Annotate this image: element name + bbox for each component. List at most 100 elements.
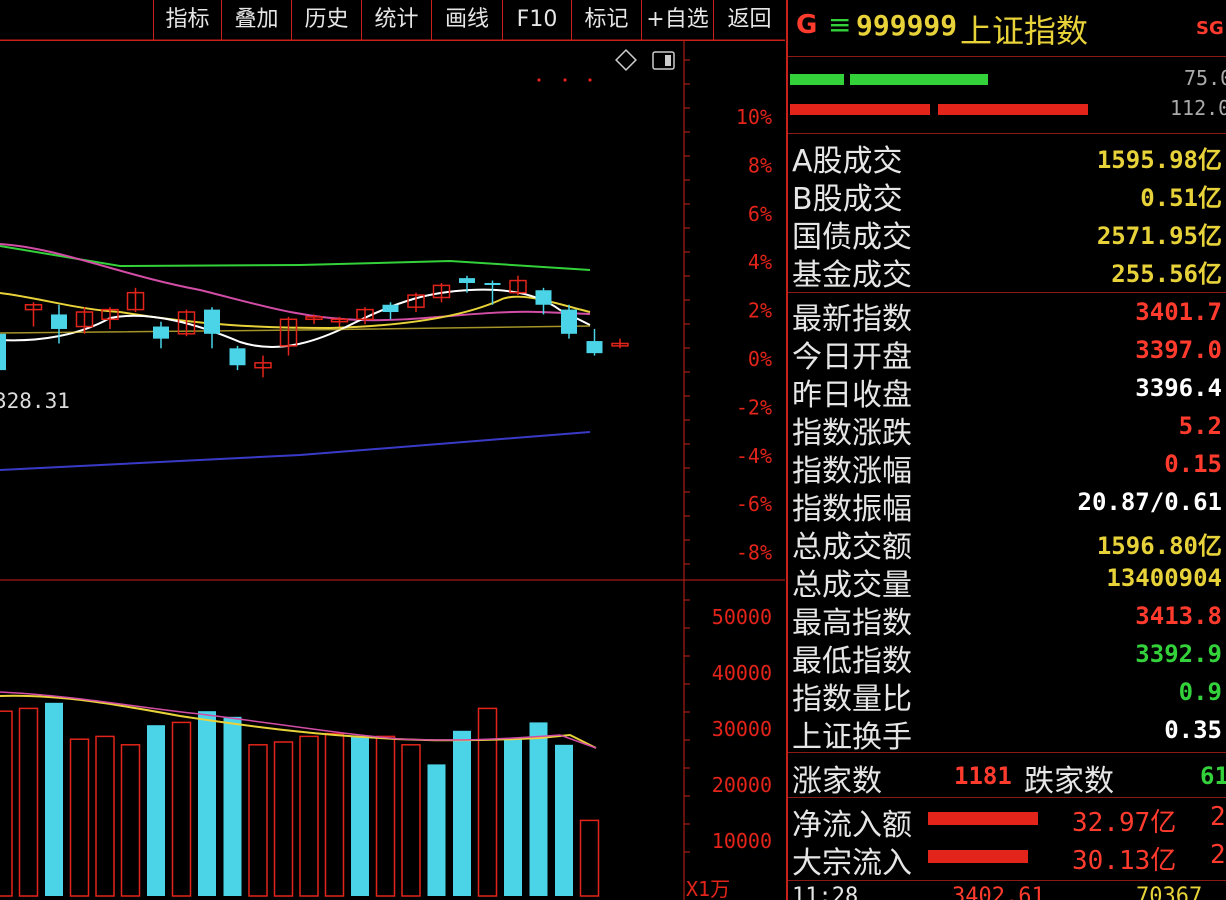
quote-label: 上证换手	[792, 720, 912, 755]
down-count-label: 跌家数	[1024, 764, 1114, 799]
quote-value: 0.9	[1178, 678, 1222, 706]
candle-body	[382, 304, 399, 313]
stock-name: 上证指数	[960, 12, 1089, 50]
price-axis-label: 6%	[748, 202, 772, 226]
dot-marker	[588, 78, 592, 82]
quote-row: 昨日收盘 3396.4	[788, 370, 1226, 413]
quote-value: 0.15	[1164, 450, 1222, 478]
quote-value: 13400904	[1106, 564, 1222, 592]
divider	[788, 133, 1226, 134]
turnover-row: 基金成交 255.56亿	[788, 250, 1226, 293]
candle-body	[229, 348, 246, 366]
volume-bar	[18, 707, 39, 897]
price-axis-label: -4%	[736, 444, 772, 468]
volume-ma-yellow	[0, 694, 597, 749]
turnover-label: 基金成交	[792, 258, 912, 293]
quote-row: 指数振幅 20.87/0.61	[788, 484, 1226, 527]
divider	[788, 880, 1226, 881]
volume-bar	[147, 725, 165, 896]
volume-bar	[375, 735, 396, 897]
price-axis-label: -8%	[736, 541, 772, 565]
quote-value: 3413.8	[1135, 602, 1222, 630]
ask-bar-2	[938, 104, 1088, 115]
candle-body	[51, 314, 67, 329]
ma-line-yellow	[0, 292, 591, 330]
flow-row: 净流入额 32.97亿 2	[788, 800, 1226, 843]
bid-bar-1	[790, 74, 844, 85]
flow-bar	[928, 812, 1038, 825]
turnover-value: 1595.98亿	[1096, 146, 1222, 174]
turnover-row: 国债成交 2571.95亿	[788, 212, 1226, 255]
low-price-label: 328.31	[0, 389, 70, 413]
price-axis-label: 2%	[748, 299, 772, 323]
volume-axis-label: 30000	[712, 717, 772, 741]
dot-marker	[537, 78, 541, 82]
volume-bar	[324, 732, 345, 897]
quote-value: 3397.0	[1135, 336, 1222, 364]
turnover-row: A股成交 1595.98亿	[788, 136, 1226, 179]
candle-body	[204, 309, 220, 334]
volume-bar	[529, 722, 548, 896]
volume-bar	[477, 707, 498, 897]
quote-row: 指数量比 0.9	[788, 674, 1226, 717]
candle-body	[586, 341, 603, 354]
volume-bar	[453, 730, 471, 896]
turnover-row: B股成交 0.51亿	[788, 174, 1226, 217]
divider	[788, 797, 1226, 798]
g-label[interactable]: G	[796, 10, 817, 40]
flow-extra: 2	[1210, 840, 1226, 870]
sg-badge: SG	[1196, 18, 1224, 39]
price-axis-label: 10%	[736, 105, 772, 129]
flow-row: 大宗流入 30.13亿 2	[788, 838, 1226, 881]
bid-bar-2	[850, 74, 988, 85]
quote-row: 指数涨幅 0.15	[788, 446, 1226, 489]
candle-body	[484, 282, 501, 285]
volume-bar	[120, 744, 141, 897]
volume-bar	[351, 736, 369, 896]
tick-price: 3402.61	[952, 884, 1045, 900]
flow-bar	[928, 850, 1028, 863]
up-count-value: 1181	[954, 762, 1012, 790]
volume-bar	[223, 716, 242, 896]
kline-chart[interactable]: 10% 8% 6% 4% 2% 0% -2% -4% -6% -8% 328.31 50000 4000…	[0, 0, 785, 900]
down-count-value: 61	[1200, 762, 1226, 790]
menu-icon[interactable]: ≡	[828, 8, 851, 41]
volume-bar	[0, 710, 13, 897]
volume-bar	[273, 741, 294, 897]
volume-bar	[171, 721, 192, 897]
panel-toggle-icon-fill	[665, 55, 671, 66]
quote-row: 最高指数 3413.8	[788, 598, 1226, 641]
header-bar: G ≡ 999999 上证指数 SG	[788, 0, 1226, 56]
up-count-label: 涨家数	[792, 764, 882, 799]
stock-code: 999999	[856, 9, 958, 42]
quote-row: 指数涨跌 5.2	[788, 408, 1226, 451]
price-axis-label: 0%	[748, 347, 772, 371]
quote-value: 20.87/0.61	[1077, 488, 1223, 516]
volume-axis-label: 10000	[712, 829, 772, 853]
dot-marker	[563, 78, 567, 82]
candle-body	[0, 333, 6, 371]
divider	[788, 752, 1226, 753]
candle-body	[153, 326, 169, 339]
flow-value: 30.13亿	[1072, 846, 1177, 876]
tick-row: 11:28 3402.61 70367	[788, 884, 1226, 900]
candle-body	[535, 290, 552, 305]
quote-panel: G ≡ 999999 上证指数 SG 75.0 112.0 A股成交 1595.…	[786, 0, 1226, 900]
volume-axis-label: 20000	[712, 773, 772, 797]
volume-bar	[95, 735, 115, 897]
quote-value: 3396.4	[1135, 374, 1222, 402]
ma-line-green	[0, 245, 591, 271]
volume-unit-label: X1万	[686, 877, 730, 900]
turnover-value: 255.56亿	[1111, 260, 1222, 288]
candle-body	[459, 278, 475, 283]
quote-value: 1596.80亿	[1096, 532, 1222, 560]
quote-row: 总成交量 13400904	[788, 560, 1226, 603]
quote-row: 总成交额 1596.80亿	[788, 522, 1226, 565]
price-axis-label: 4%	[748, 250, 772, 274]
diamond-icon[interactable]	[615, 49, 637, 71]
volume-axis-label: 40000	[712, 661, 772, 685]
flow-label: 大宗流入	[792, 846, 912, 881]
divider	[788, 292, 1226, 293]
divider	[788, 56, 1226, 57]
ma-line-blue	[0, 431, 591, 471]
